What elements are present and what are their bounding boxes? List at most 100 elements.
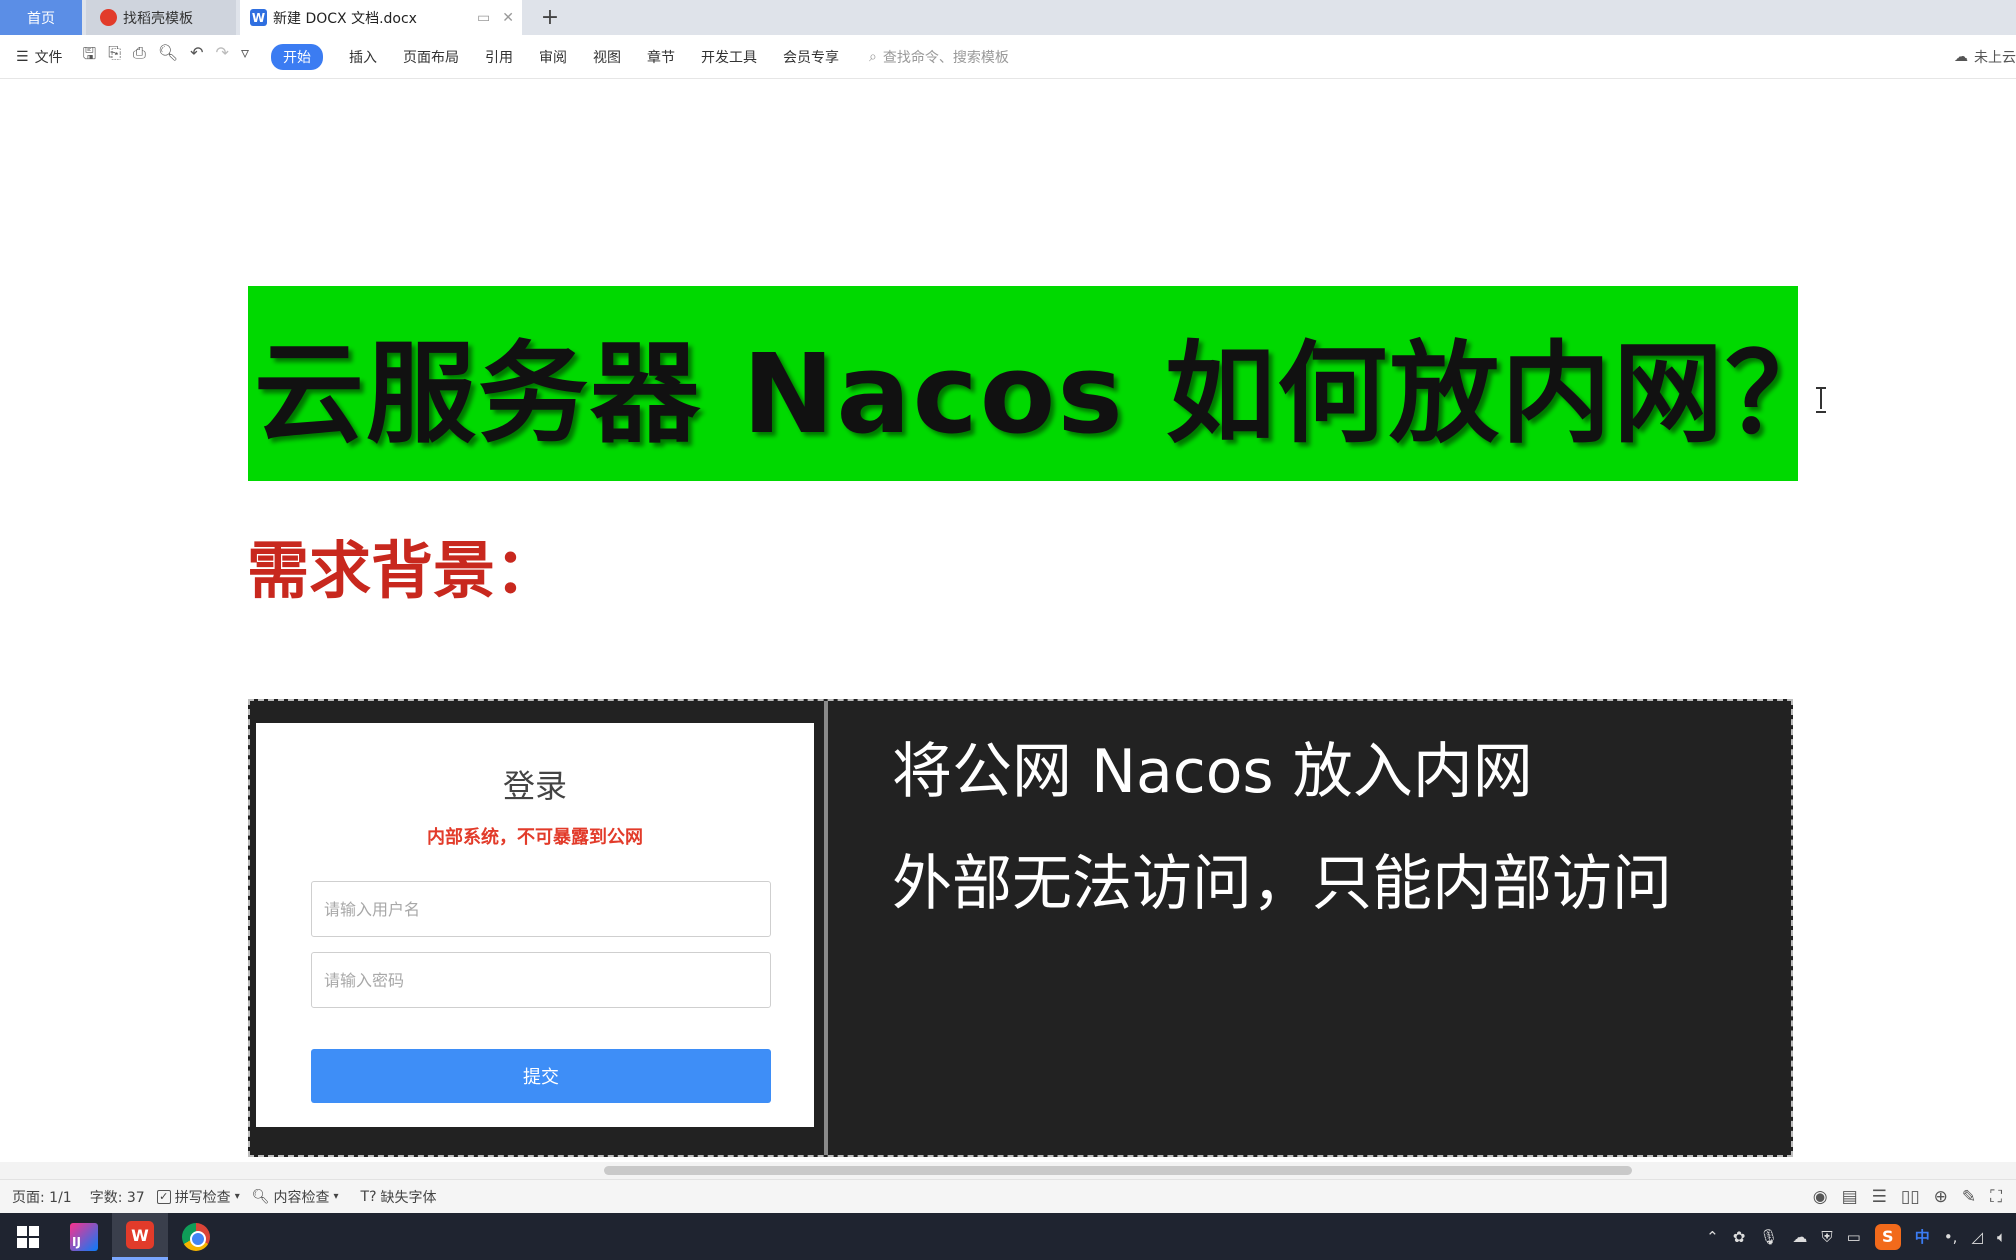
print-preview-icon[interactable]: 🔍︎ xyxy=(158,43,178,70)
hamburger-icon: ☰ xyxy=(16,48,29,65)
missing-fonts-label: 缺失字体 xyxy=(380,1189,437,1206)
login-warning: 内部系统，不可暴露到公网 xyxy=(427,827,643,848)
cloud-status-label: 未上云 xyxy=(1974,49,2016,66)
tab-sections[interactable]: 章节 xyxy=(647,47,675,67)
web-view-icon[interactable]: ⊕ xyxy=(1934,1187,1948,1207)
tab-home-label: 首页 xyxy=(27,10,55,27)
chevron-down-icon: ▾ xyxy=(234,1191,240,1202)
tray-app-icon[interactable]: ✿ xyxy=(1733,1228,1746,1246)
write-mode-icon[interactable]: ✎ xyxy=(1962,1187,1976,1207)
document-canvas[interactable]: 云服务器 Nacos 如何放内网？ 需求背景： 登录 内部系统，不可暴露到公网 … xyxy=(0,80,2016,1162)
tab-templates[interactable]: 找稻壳模板 xyxy=(86,0,236,35)
new-tab-button[interactable]: + xyxy=(530,0,570,35)
spell-check-label: 拼写检查 xyxy=(174,1189,231,1206)
figure-divider xyxy=(824,701,828,1155)
tab-view[interactable]: 视图 xyxy=(593,47,621,67)
page-view-icon[interactable]: ▤ xyxy=(1842,1187,1858,1207)
password-input xyxy=(311,952,771,1008)
taskbar-wps[interactable]: W xyxy=(112,1213,168,1260)
system-tray: ⌃ ✿ 🎙︎ ☁ ⛨ ▭ S 中 •, ◿ 🔈︎ xyxy=(1706,1223,2006,1250)
undo-icon[interactable]: ↶ xyxy=(190,43,203,70)
taskbar-intellij[interactable]: IJ xyxy=(56,1213,112,1260)
submit-button: 提交 xyxy=(311,1049,771,1103)
command-search-placeholder: 查找命令、搜索模板 xyxy=(882,49,1009,66)
print-icon[interactable]: ⎙ xyxy=(133,43,146,70)
network-icon[interactable]: ◿ xyxy=(1971,1228,1983,1246)
content-check-icon: 🔍︎ xyxy=(251,1188,270,1205)
tab-insert[interactable]: 插入 xyxy=(349,47,377,67)
cloud-icon: ☁ xyxy=(1954,48,1968,65)
word-count[interactable]: 字数: 37 xyxy=(90,1187,145,1207)
fullscreen-icon[interactable]: ⛶ xyxy=(1990,1187,2002,1207)
outline-view-icon[interactable]: ☰ xyxy=(1872,1187,1887,1207)
chevron-up-icon[interactable]: ⌃ xyxy=(1706,1228,1719,1246)
wps-icon: W xyxy=(126,1221,154,1249)
tab-review[interactable]: 审阅 xyxy=(539,47,567,67)
scrollbar-thumb[interactable] xyxy=(604,1166,1632,1175)
customize-dropdown-icon[interactable]: ▿ xyxy=(241,43,249,70)
ribbon-toolbar: ☰ 文件 🖫 ⎘ ⎙ 🔍︎ ↶ ↷ ▿ 开始 插入 页面布局 引用 审阅 视图 … xyxy=(0,35,2016,79)
taskbar-chrome[interactable] xyxy=(168,1213,224,1260)
cloud-status[interactable]: ☁ 未上云 xyxy=(1954,47,2016,67)
ime-language-indicator[interactable]: 中 xyxy=(1915,1226,1930,1247)
tab-home-ribbon[interactable]: 开始 xyxy=(270,43,323,70)
tab-references[interactable]: 引用 xyxy=(485,47,513,67)
tab-page-layout[interactable]: 页面布局 xyxy=(403,47,459,67)
start-button[interactable] xyxy=(0,1213,56,1260)
onedrive-icon[interactable]: ☁ xyxy=(1792,1228,1807,1246)
tab-bar: 首页 找稻壳模板 W 新建 DOCX 文档.docx ▭ ✕ + xyxy=(0,0,2016,35)
security-icon[interactable]: ⛨ xyxy=(1821,1228,1832,1246)
content-check[interactable]: 🔍︎ 内容检查 ▾ xyxy=(252,1187,339,1207)
tab-document[interactable]: W 新建 DOCX 文档.docx ▭ ✕ xyxy=(240,0,522,35)
tab-document-label: 新建 DOCX 文档.docx xyxy=(273,10,417,27)
note-line-2: 外部无法访问，只能内部访问 xyxy=(892,849,1672,919)
text-cursor-icon xyxy=(1816,387,1826,413)
tab-developer[interactable]: 开发工具 xyxy=(701,47,757,67)
quick-access-toolbar: 🖫 ⎘ ⎙ 🔍︎ ↶ ↷ ▿ xyxy=(83,43,249,70)
ime-punctuation-icon[interactable]: •, xyxy=(1944,1228,1958,1246)
chrome-icon xyxy=(182,1222,210,1251)
close-tab-icon[interactable]: ✕ xyxy=(502,10,514,26)
embedded-figure[interactable]: 登录 内部系统，不可暴露到公网 提交 将公网 Nacos 放入内网 外部无法访问… xyxy=(248,699,1793,1157)
login-title: 登录 xyxy=(502,767,567,805)
chevron-down-icon: ▾ xyxy=(333,1191,339,1202)
volume-icon[interactable]: 🔈︎ xyxy=(1997,1228,2006,1246)
plus-icon: + xyxy=(540,5,560,30)
os-taskbar: IJ W ⌃ ✿ 🎙︎ ☁ ⛨ ▭ S 中 •, ◿ 🔈︎ xyxy=(0,1213,2016,1260)
file-menu-label: 文件 xyxy=(34,49,63,66)
file-menu[interactable]: ☰ 文件 xyxy=(16,47,63,67)
battery-icon[interactable]: ▭ xyxy=(1847,1228,1861,1246)
command-search[interactable]: ⌕ 查找命令、搜索模板 xyxy=(869,47,1009,67)
view-controls: ◉ ▤ ☰ ▯▯ ⊕ ✎ ⛶ xyxy=(1813,1187,2002,1207)
tab-home[interactable]: 首页 xyxy=(0,0,82,35)
redo-icon[interactable]: ↷ xyxy=(216,43,229,70)
word-doc-icon: W xyxy=(250,9,267,26)
missing-fonts[interactable]: T? 缺失字体 xyxy=(361,1187,437,1207)
tab-member[interactable]: 会员专享 xyxy=(783,47,839,67)
pin-icon[interactable]: ▭ xyxy=(477,10,490,26)
reading-view-icon[interactable]: ▯▯ xyxy=(1901,1187,1920,1207)
document-title: 云服务器 Nacos 如何放内网？ xyxy=(254,329,1838,458)
search-icon: ⌕ xyxy=(868,48,877,65)
microphone-icon[interactable]: 🎙︎ xyxy=(1759,1228,1778,1246)
intellij-icon: IJ xyxy=(70,1222,98,1251)
export-icon[interactable]: ⎘ xyxy=(108,43,121,70)
sogou-ime-icon[interactable]: S xyxy=(1874,1223,1901,1250)
docer-icon xyxy=(100,9,117,26)
checkbox-icon: ✓ xyxy=(156,1189,171,1204)
note-line-1: 将公网 Nacos 放入内网 xyxy=(892,737,1533,807)
spell-check-toggle[interactable]: ✓ 拼写检查 ▾ xyxy=(156,1187,240,1207)
status-bar: 页面: 1/1 字数: 37 ✓ 拼写检查 ▾ 🔍︎ 内容检查 ▾ T? 缺失字… xyxy=(0,1179,2016,1213)
tab-templates-label: 找稻壳模板 xyxy=(123,10,193,27)
login-card: 登录 内部系统，不可暴露到公网 提交 xyxy=(256,723,814,1127)
section-heading: 需求背景： xyxy=(247,534,558,607)
username-input xyxy=(311,881,771,937)
windows-logo-icon xyxy=(17,1225,39,1248)
page-info[interactable]: 页面: 1/1 xyxy=(12,1187,72,1207)
font-icon: T? xyxy=(360,1188,377,1205)
save-icon[interactable]: 🖫 xyxy=(83,43,97,70)
horizontal-scrollbar[interactable] xyxy=(0,1162,2016,1179)
content-check-label: 内容检查 xyxy=(273,1189,330,1206)
eye-protection-icon[interactable]: ◉ xyxy=(1813,1187,1828,1207)
title-banner: 云服务器 Nacos 如何放内网？ xyxy=(248,286,1835,481)
